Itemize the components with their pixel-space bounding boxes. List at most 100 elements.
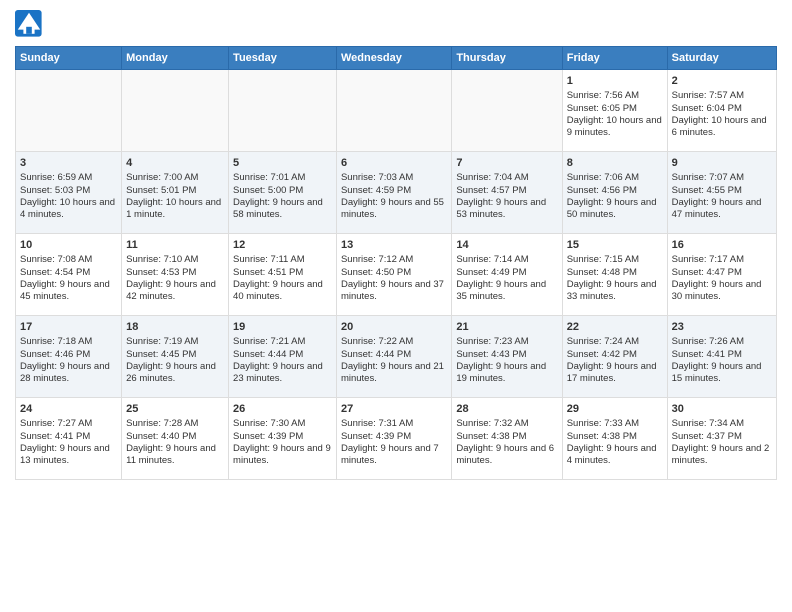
day-number: 16 (672, 238, 772, 252)
day-info: Sunrise: 7:31 AM Sunset: 4:39 PM Dayligh… (341, 418, 447, 467)
day-info: Sunrise: 7:22 AM Sunset: 4:44 PM Dayligh… (341, 336, 447, 385)
day-cell: 21 Sunrise: 7:23 AM Sunset: 4:43 PM Dayli… (452, 316, 562, 398)
day-number: 24 (20, 402, 117, 416)
header-cell-tuesday: Tuesday (229, 47, 337, 70)
day-info: Sunrise: 7:17 AM Sunset: 4:47 PM Dayligh… (672, 254, 772, 303)
day-number: 13 (341, 238, 447, 252)
week-row-2: 3 Sunrise: 6:59 AM Sunset: 5:03 PM Daylig… (16, 152, 777, 234)
day-cell: 20 Sunrise: 7:22 AM Sunset: 4:44 PM Dayli… (336, 316, 451, 398)
day-number: 20 (341, 320, 447, 334)
day-info: Sunrise: 7:15 AM Sunset: 4:48 PM Dayligh… (567, 254, 663, 303)
day-info: Sunrise: 7:23 AM Sunset: 4:43 PM Dayligh… (456, 336, 557, 385)
day-number: 28 (456, 402, 557, 416)
day-cell: 30 Sunrise: 7:34 AM Sunset: 4:37 PM Dayli… (667, 398, 776, 480)
day-info: Sunrise: 7:32 AM Sunset: 4:38 PM Dayligh… (456, 418, 557, 467)
day-info: Sunrise: 7:26 AM Sunset: 4:41 PM Dayligh… (672, 336, 772, 385)
day-info: Sunrise: 7:27 AM Sunset: 4:41 PM Dayligh… (20, 418, 117, 467)
day-info: Sunrise: 7:03 AM Sunset: 4:59 PM Dayligh… (341, 172, 447, 221)
day-cell (16, 70, 122, 152)
day-cell: 5 Sunrise: 7:01 AM Sunset: 5:00 PM Daylig… (229, 152, 337, 234)
header (15, 10, 777, 38)
day-cell: 9 Sunrise: 7:07 AM Sunset: 4:55 PM Daylig… (667, 152, 776, 234)
day-number: 1 (567, 74, 663, 88)
day-info: Sunrise: 7:21 AM Sunset: 4:44 PM Dayligh… (233, 336, 332, 385)
page: SundayMondayTuesdayWednesdayThursdayFrid… (0, 0, 792, 490)
day-number: 4 (126, 156, 224, 170)
day-cell (452, 70, 562, 152)
day-cell: 15 Sunrise: 7:15 AM Sunset: 4:48 PM Dayli… (562, 234, 667, 316)
week-row-5: 24 Sunrise: 7:27 AM Sunset: 4:41 PM Dayli… (16, 398, 777, 480)
day-cell: 19 Sunrise: 7:21 AM Sunset: 4:44 PM Dayli… (229, 316, 337, 398)
day-number: 22 (567, 320, 663, 334)
day-number: 27 (341, 402, 447, 416)
day-number: 15 (567, 238, 663, 252)
day-number: 25 (126, 402, 224, 416)
day-cell: 18 Sunrise: 7:19 AM Sunset: 4:45 PM Dayli… (122, 316, 229, 398)
day-cell (229, 70, 337, 152)
day-info: Sunrise: 7:07 AM Sunset: 4:55 PM Dayligh… (672, 172, 772, 221)
day-number: 21 (456, 320, 557, 334)
day-info: Sunrise: 7:10 AM Sunset: 4:53 PM Dayligh… (126, 254, 224, 303)
day-number: 2 (672, 74, 772, 88)
day-cell: 13Sunrise: 7:12 AM Sunset: 4:50 PM Dayli… (336, 234, 451, 316)
day-cell: 27 Sunrise: 7:31 AM Sunset: 4:39 PM Dayli… (336, 398, 451, 480)
day-cell: 16 Sunrise: 7:17 AM Sunset: 4:47 PM Dayli… (667, 234, 776, 316)
day-number: 10 (20, 238, 117, 252)
day-cell: 4 Sunrise: 7:00 AM Sunset: 5:01 PM Daylig… (122, 152, 229, 234)
day-info: Sunrise: 7:11 AM Sunset: 4:51 PM Dayligh… (233, 254, 332, 303)
day-info: Sunrise: 7:56 AM Sunset: 6:05 PM Dayligh… (567, 90, 663, 139)
day-cell: 10 Sunrise: 7:08 AM Sunset: 4:54 PM Dayli… (16, 234, 122, 316)
day-cell: 25 Sunrise: 7:28 AM Sunset: 4:40 PM Dayli… (122, 398, 229, 480)
day-cell: 24 Sunrise: 7:27 AM Sunset: 4:41 PM Dayli… (16, 398, 122, 480)
day-cell: 2 Sunrise: 7:57 AM Sunset: 6:04 PM Daylig… (667, 70, 776, 152)
day-info: Sunrise: 7:01 AM Sunset: 5:00 PM Dayligh… (233, 172, 332, 221)
day-number: 18 (126, 320, 224, 334)
day-info: Sunrise: 7:14 AM Sunset: 4:49 PM Dayligh… (456, 254, 557, 303)
day-number: 19 (233, 320, 332, 334)
day-number: 23 (672, 320, 772, 334)
header-cell-sunday: Sunday (16, 47, 122, 70)
week-row-1: 1 Sunrise: 7:56 AM Sunset: 6:05 PM Daylig… (16, 70, 777, 152)
day-number: 9 (672, 156, 772, 170)
day-info: Sunrise: 6:59 AM Sunset: 5:03 PM Dayligh… (20, 172, 117, 221)
day-info: Sunrise: 7:34 AM Sunset: 4:37 PM Dayligh… (672, 418, 772, 467)
header-cell-thursday: Thursday (452, 47, 562, 70)
day-info: Sunrise: 7:08 AM Sunset: 4:54 PM Dayligh… (20, 254, 117, 303)
day-cell (336, 70, 451, 152)
header-cell-wednesday: Wednesday (336, 47, 451, 70)
day-number: 11 (126, 238, 224, 252)
day-number: 5 (233, 156, 332, 170)
day-info: Sunrise: 7:28 AM Sunset: 4:40 PM Dayligh… (126, 418, 224, 467)
day-cell: 26 Sunrise: 7:30 AM Sunset: 4:39 PM Dayli… (229, 398, 337, 480)
day-cell: 29 Sunrise: 7:33 AM Sunset: 4:38 PM Dayli… (562, 398, 667, 480)
day-number: 30 (672, 402, 772, 416)
day-number: 17 (20, 320, 117, 334)
calendar-table: SundayMondayTuesdayWednesdayThursdayFrid… (15, 46, 777, 480)
day-info: Sunrise: 7:57 AM Sunset: 6:04 PM Dayligh… (672, 90, 772, 139)
day-info: Sunrise: 7:33 AM Sunset: 4:38 PM Dayligh… (567, 418, 663, 467)
day-cell: 8Sunrise: 7:06 AM Sunset: 4:56 PM Daylig… (562, 152, 667, 234)
logo-icon (15, 10, 43, 38)
header-cell-saturday: Saturday (667, 47, 776, 70)
day-info: Sunrise: 7:00 AM Sunset: 5:01 PM Dayligh… (126, 172, 224, 221)
day-number: 7 (456, 156, 557, 170)
day-number: 26 (233, 402, 332, 416)
day-info: Sunrise: 7:06 AM Sunset: 4:56 PM Dayligh… (567, 172, 663, 221)
day-cell: 23 Sunrise: 7:26 AM Sunset: 4:41 PM Dayli… (667, 316, 776, 398)
day-cell: 11 Sunrise: 7:10 AM Sunset: 4:53 PM Dayli… (122, 234, 229, 316)
day-cell: 3 Sunrise: 6:59 AM Sunset: 5:03 PM Daylig… (16, 152, 122, 234)
day-number: 14 (456, 238, 557, 252)
day-info: Sunrise: 7:30 AM Sunset: 4:39 PM Dayligh… (233, 418, 332, 467)
day-info: Sunrise: 7:04 AM Sunset: 4:57 PM Dayligh… (456, 172, 557, 221)
day-number: 12 (233, 238, 332, 252)
day-info: Sunrise: 7:19 AM Sunset: 4:45 PM Dayligh… (126, 336, 224, 385)
day-number: 29 (567, 402, 663, 416)
day-cell: 17 Sunrise: 7:18 AM Sunset: 4:46 PM Dayli… (16, 316, 122, 398)
day-cell: 22 Sunrise: 7:24 AM Sunset: 4:42 PM Dayli… (562, 316, 667, 398)
header-row: SundayMondayTuesdayWednesdayThursdayFrid… (16, 47, 777, 70)
day-cell (122, 70, 229, 152)
day-info: Sunrise: 7:24 AM Sunset: 4:42 PM Dayligh… (567, 336, 663, 385)
day-number: 3 (20, 156, 117, 170)
day-info: Sunrise: 7:18 AM Sunset: 4:46 PM Dayligh… (20, 336, 117, 385)
header-cell-monday: Monday (122, 47, 229, 70)
